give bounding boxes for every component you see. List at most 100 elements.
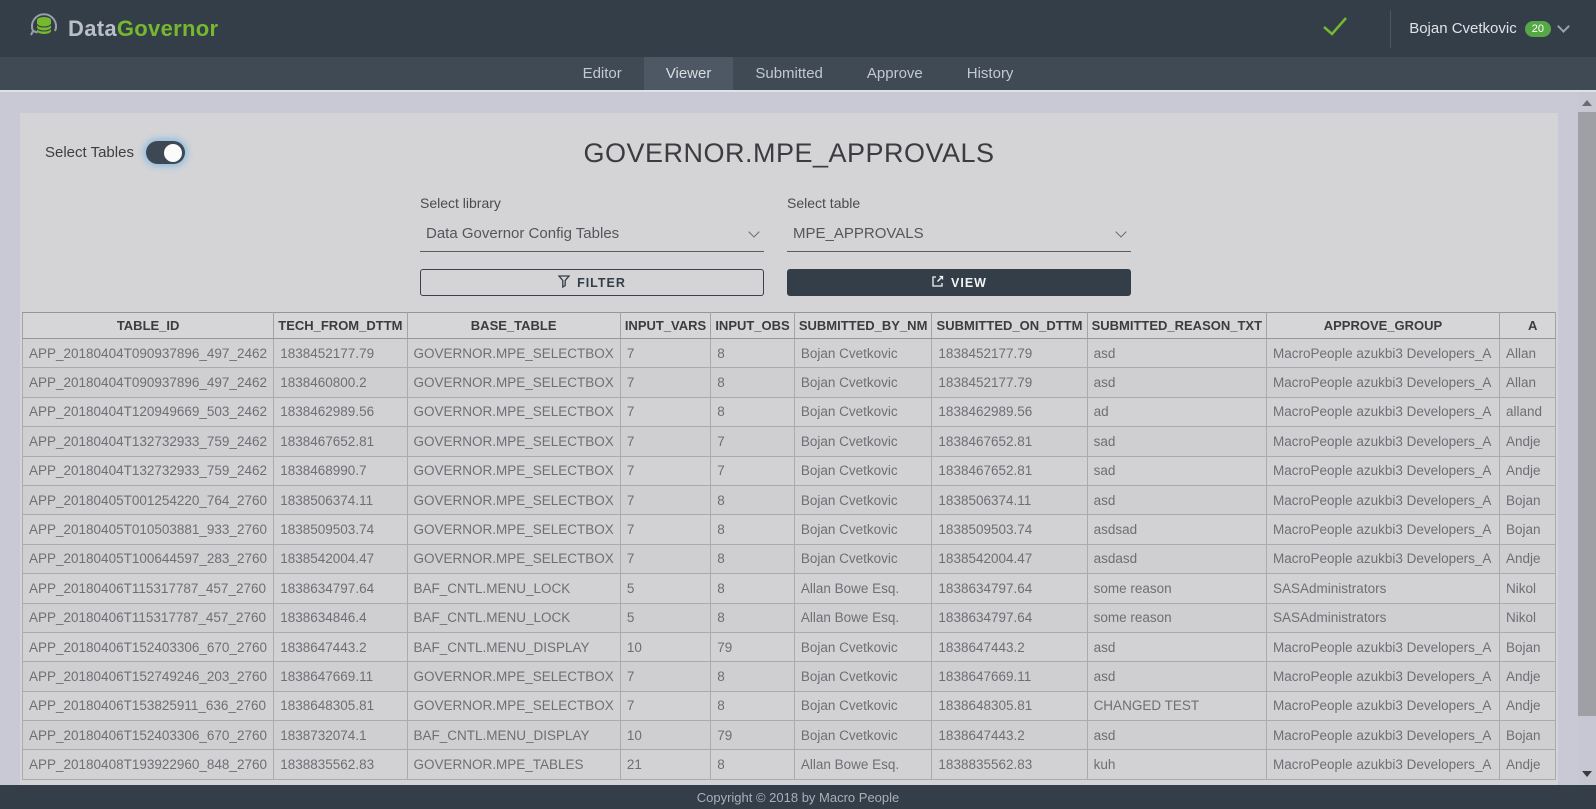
table-cell: 1838452177.79 bbox=[932, 368, 1087, 397]
view-button[interactable]: VIEW bbox=[787, 269, 1131, 296]
notification-badge: 20 bbox=[1525, 21, 1551, 37]
tab-history[interactable]: History bbox=[945, 57, 1036, 90]
header-divider bbox=[1390, 10, 1391, 48]
table-row[interactable]: APP_20180408T193922960_848_2760183883556… bbox=[23, 750, 1556, 779]
table-cell: APP_20180406T115317787_457_2760 bbox=[23, 603, 274, 632]
table-cell: 1838835562.83 bbox=[932, 750, 1087, 779]
table-row[interactable]: APP_20180406T152403306_670_2760183873207… bbox=[23, 721, 1556, 750]
table-row[interactable]: APP_20180405T100644597_283_2760183854200… bbox=[23, 544, 1556, 573]
database-logo-icon bbox=[28, 10, 60, 47]
table-cell: 1838542004.47 bbox=[274, 544, 407, 573]
table-cell: 1838732074.1 bbox=[274, 721, 407, 750]
table-cell: Andje bbox=[1499, 750, 1555, 779]
table-cell: 8 bbox=[711, 515, 795, 544]
table-row[interactable]: APP_20180404T132732933_759_2462183846765… bbox=[23, 427, 1556, 456]
vertical-scrollbar[interactable] bbox=[1578, 92, 1596, 785]
tab-approve[interactable]: Approve bbox=[845, 57, 945, 90]
table-cell: 8 bbox=[711, 662, 795, 691]
table-row[interactable]: APP_20180404T090937896_497_2462183846080… bbox=[23, 368, 1556, 397]
table-cell: 7 bbox=[620, 339, 710, 368]
table-row[interactable]: APP_20180404T120949669_503_2462183846298… bbox=[23, 397, 1556, 426]
table-select-label: Select table bbox=[787, 195, 1131, 211]
table-cell: 1838647669.11 bbox=[274, 662, 407, 691]
table-cell: Allan Bowe Esq. bbox=[794, 574, 932, 603]
table-cell: 10 bbox=[620, 632, 710, 661]
table-cell: Bojan Cvetkovic bbox=[794, 721, 932, 750]
scroll-down-arrow-icon[interactable] bbox=[1582, 771, 1592, 777]
table-cell: APP_20180406T152403306_670_2760 bbox=[23, 721, 274, 750]
column-header: A bbox=[1499, 313, 1555, 339]
table-select[interactable]: MPE_APPROVALS bbox=[787, 221, 1131, 252]
table-cell: Allan bbox=[1499, 368, 1555, 397]
table-row[interactable]: APP_20180406T152749246_203_2760183864766… bbox=[23, 662, 1556, 691]
data-table-container: TABLE_IDTECH_FROM_DTTMBASE_TABLEINPUT_VA… bbox=[22, 312, 1556, 809]
table-row[interactable]: APP_20180404T090937896_497_2462183845217… bbox=[23, 339, 1556, 368]
table-cell: APP_20180408T193922960_848_2760 bbox=[23, 750, 274, 779]
table-cell: 1838835562.83 bbox=[274, 750, 407, 779]
table-cell: 8 bbox=[711, 750, 795, 779]
column-header: TABLE_ID bbox=[23, 313, 274, 339]
scroll-up-arrow-icon[interactable] bbox=[1582, 100, 1592, 106]
table-cell: asd bbox=[1087, 339, 1266, 368]
tab-submitted[interactable]: Submitted bbox=[733, 57, 845, 90]
table-cell: sad bbox=[1087, 456, 1266, 485]
edit-box-icon bbox=[931, 275, 944, 291]
table-cell: BAF_CNTL.MENU_DISPLAY bbox=[407, 721, 620, 750]
tab-viewer[interactable]: Viewer bbox=[644, 57, 734, 90]
table-cell: Andje bbox=[1499, 691, 1555, 720]
table-cell: 1838634797.64 bbox=[932, 603, 1087, 632]
table-cell: 5 bbox=[620, 603, 710, 632]
table-cell: APP_20180404T132732933_759_2462 bbox=[23, 456, 274, 485]
data-table: TABLE_IDTECH_FROM_DTTMBASE_TABLEINPUT_VA… bbox=[22, 312, 1556, 780]
table-row[interactable]: APP_20180406T152403306_670_2760183864744… bbox=[23, 632, 1556, 661]
table-cell: 7 bbox=[620, 485, 710, 514]
table-cell: MacroPeople azukbi3 Developers_A bbox=[1267, 515, 1500, 544]
table-cell: alland bbox=[1499, 397, 1555, 426]
table-cell: 7 bbox=[620, 368, 710, 397]
chevron-down-icon bbox=[1557, 20, 1570, 33]
table-cell: 7 bbox=[620, 544, 710, 573]
table-cell: Nikol bbox=[1499, 603, 1555, 632]
table-cell: Bojan bbox=[1499, 485, 1555, 514]
table-cell: MacroPeople azukbi3 Developers_A bbox=[1267, 485, 1500, 514]
table-row[interactable]: APP_20180406T153825911_636_2760183864830… bbox=[23, 691, 1556, 720]
table-cell: Bojan bbox=[1499, 632, 1555, 661]
table-row[interactable]: APP_20180406T115317787_457_2760183863484… bbox=[23, 603, 1556, 632]
column-header: TECH_FROM_DTTM bbox=[274, 313, 407, 339]
table-cell: 21 bbox=[620, 750, 710, 779]
table-cell: Andje bbox=[1499, 427, 1555, 456]
table-cell: MacroPeople azukbi3 Developers_A bbox=[1267, 339, 1500, 368]
table-cell: asdsad bbox=[1087, 515, 1266, 544]
column-header: INPUT_OBS bbox=[711, 313, 795, 339]
table-cell: 79 bbox=[711, 721, 795, 750]
scrollbar-thumb[interactable] bbox=[1578, 112, 1596, 716]
table-cell: Andje bbox=[1499, 456, 1555, 485]
table-row[interactable]: APP_20180406T115317787_457_2760183863479… bbox=[23, 574, 1556, 603]
table-row[interactable]: APP_20180405T010503881_933_2760183850950… bbox=[23, 515, 1556, 544]
library-select-value: Data Governor Config Tables bbox=[426, 225, 619, 242]
table-cell: SASAdministrators bbox=[1267, 603, 1500, 632]
table-cell: MacroPeople azukbi3 Developers_A bbox=[1267, 662, 1500, 691]
table-cell: GOVERNOR.MPE_SELECTBOX bbox=[407, 339, 620, 368]
tab-editor[interactable]: Editor bbox=[561, 57, 644, 90]
table-cell: 1838468990.7 bbox=[274, 456, 407, 485]
chevron-down-icon bbox=[748, 226, 759, 237]
filter-button[interactable]: FILTER bbox=[420, 269, 764, 296]
table-row[interactable]: APP_20180405T001254220_764_2760183850637… bbox=[23, 485, 1556, 514]
table-cell: 1838647443.2 bbox=[274, 632, 407, 661]
table-cell: GOVERNOR.MPE_TABLES bbox=[407, 750, 620, 779]
table-cell: Bojan Cvetkovic bbox=[794, 339, 932, 368]
main-nav: EditorViewerSubmittedApproveHistory bbox=[0, 57, 1596, 90]
table-cell: 1838647443.2 bbox=[932, 632, 1087, 661]
table-cell: 8 bbox=[711, 397, 795, 426]
table-cell: MacroPeople azukbi3 Developers_A bbox=[1267, 691, 1500, 720]
table-cell: Bojan Cvetkovic bbox=[794, 485, 932, 514]
user-menu[interactable]: Bojan Cvetkovic 20 bbox=[1409, 20, 1568, 37]
library-select[interactable]: Data Governor Config Tables bbox=[420, 221, 764, 252]
table-cell: Bojan Cvetkovic bbox=[794, 515, 932, 544]
app-logo[interactable]: DataGovernor bbox=[28, 10, 218, 47]
table-cell: 7 bbox=[620, 662, 710, 691]
table-cell: APP_20180405T100644597_283_2760 bbox=[23, 544, 274, 573]
table-cell: 8 bbox=[711, 485, 795, 514]
table-row[interactable]: APP_20180404T132732933_759_2462183846899… bbox=[23, 456, 1556, 485]
